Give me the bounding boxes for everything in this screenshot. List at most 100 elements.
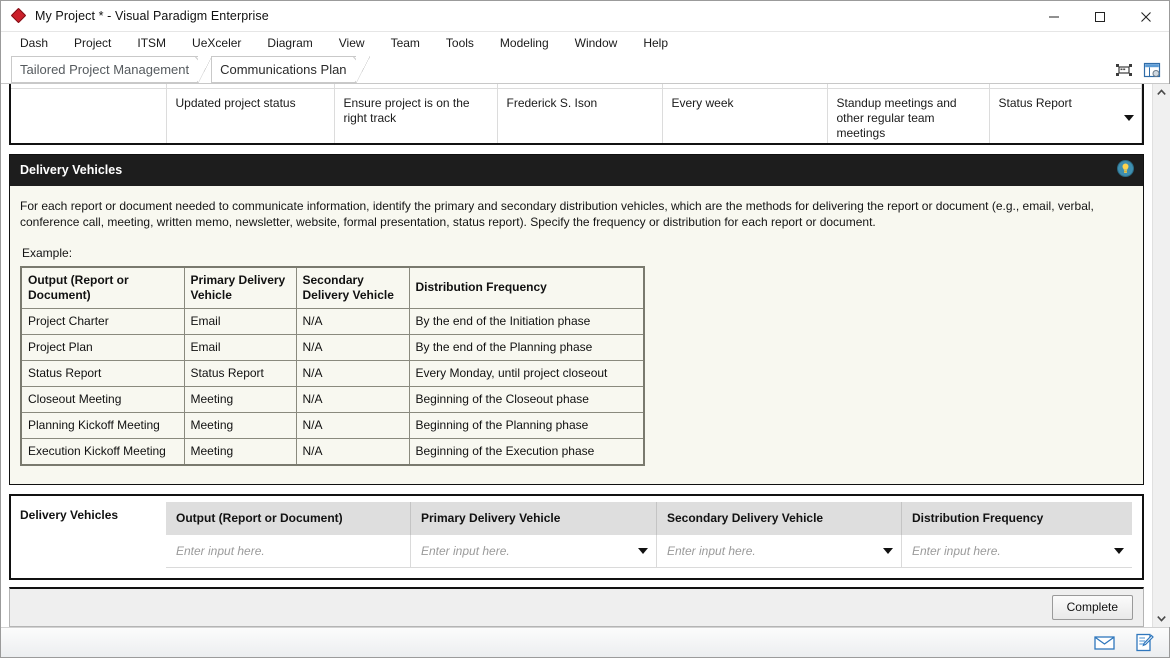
example-label: Example: [22,245,73,260]
close-icon[interactable] [1123,1,1169,32]
cell-frequency: Beginning of the Planning phase [408,411,645,439]
cell-secondary: N/A [295,437,410,466]
cell-primary: Meeting [183,437,297,466]
menu-item-tools[interactable]: Tools [433,33,487,54]
cell-primary: Meeting [183,411,297,439]
example-header-frequency: Distribution Frequency [408,266,645,309]
cell-frequency: By the end of the Planning phase [408,333,645,361]
example-header-primary: Primary Delivery Vehicle [183,266,297,309]
open-in-window-icon[interactable] [1141,59,1163,81]
primary-delivery-vehicle-input[interactable]: Enter input here. [411,534,657,568]
breadcrumb-label: Tailored Project Management [20,62,190,77]
cell-purpose: Ensure project is on the right track [333,87,498,143]
breadcrumb-label: Communications Plan [220,62,347,77]
breadcrumb-item-tailored-project-management[interactable]: Tailored Project Management [11,56,213,83]
menu-item-project[interactable]: Project [61,33,124,54]
form-header-secondary: Secondary Delivery Vehicle [657,501,902,535]
table-row: Project Charter Email N/A By the end of … [20,307,645,335]
communications-plan-table: Updated project status Ensure project is… [11,84,1142,143]
secondary-input-placeholder: Enter input here. [667,543,756,558]
menu-item-uexceler[interactable]: UeXceler [179,33,254,54]
cell-frequency: Every week [661,87,828,143]
complete-button[interactable]: Complete [1051,594,1133,620]
distribution-frequency-input[interactable]: Enter input here. [902,534,1132,568]
menu-item-diagram[interactable]: Diagram [254,33,325,54]
menu-item-modeling[interactable]: Modeling [487,33,562,54]
menu-item-help[interactable]: Help [630,33,681,54]
scrollbar-track[interactable] [1152,101,1170,610]
maximize-icon[interactable] [1077,1,1123,32]
cell-frequency: Every Monday, until project closeout [408,359,645,387]
secondary-delivery-vehicle-input[interactable]: Enter input here. [657,534,902,568]
fit-to-screen-icon[interactable] [1113,59,1135,81]
mail-envelope-icon[interactable] [1093,633,1115,653]
chevron-down-icon[interactable] [1124,115,1134,121]
form-header-frequency: Distribution Frequency [902,501,1132,535]
breadcrumb-item-communications-plan[interactable]: Communications Plan [211,56,371,83]
scroll-down-icon[interactable] [1152,610,1170,627]
cell-owner: Frederick S. Ison [496,87,663,143]
communications-plan-table-clipped: Updated project status Ensure project is… [9,84,1144,145]
cell-frequency: By the end of the Initiation phase [408,307,645,335]
example-header-output: Output (Report or Document) [20,266,185,309]
action-bar: Complete [9,586,1144,627]
cell-output: Planning Kickoff Meeting [20,411,185,439]
breadcrumb-items: Tailored Project Management Communicatio… [1,56,371,83]
example-table: Output (Report or Document) Primary Deli… [20,265,645,466]
output-input[interactable]: Enter input here. [166,534,411,568]
cell-empty [11,88,166,143]
minimize-icon[interactable] [1031,1,1077,32]
cell-secondary: N/A [295,333,410,361]
cell-secondary: N/A [295,359,410,387]
cell-status-report-dropdown[interactable]: Status Report [988,87,1142,143]
form-header-row: Output (Report or Document) Primary Deli… [166,501,1132,535]
cell-output: Updated project status [165,87,335,143]
cell-frequency: Beginning of the Closeout phase [408,385,645,413]
delivery-vehicles-input-block: Delivery Vehicles Output (Report or Docu… [9,493,1144,580]
cell-output: Closeout Meeting [20,385,185,413]
title-bar: My Project * - Visual Paradigm Enterpris… [1,1,1169,32]
edit-document-icon[interactable] [1133,633,1155,653]
form-header-primary: Primary Delivery Vehicle [411,501,657,535]
chevron-down-icon[interactable] [883,547,893,554]
scroll-up-icon[interactable] [1152,84,1170,101]
form-input-row: Enter input here. Enter input here. Ente… [166,534,1132,568]
delivery-vehicles-section: Delivery Vehicles For each report or doc… [9,153,1144,485]
menu-item-view[interactable]: View [326,33,378,54]
breadcrumb: Tailored Project Management Communicatio… [1,56,1169,84]
chevron-down-icon[interactable] [638,547,648,554]
menu-item-itsm[interactable]: ITSM [124,33,179,54]
output-input-placeholder: Enter input here. [176,543,265,558]
cell-secondary: N/A [295,385,410,413]
lightbulb-hint-icon[interactable] [1117,160,1134,180]
window-controls [1031,1,1169,32]
menu-item-dash[interactable]: Dash [7,33,61,54]
menu-item-window[interactable]: Window [562,33,631,54]
cell-value: Status Report [998,95,1072,110]
section-header: Delivery Vehicles [10,154,1143,186]
section-description: For each report or document needed to co… [20,198,1094,229]
window-title: My Project * - Visual Paradigm Enterpris… [35,9,269,23]
scroll-content: Updated project status Ensure project is… [1,84,1152,627]
cell-output: Status Report [20,359,185,387]
table-row[interactable]: Updated project status Ensure project is… [11,87,1142,143]
form-grid: Output (Report or Document) Primary Deli… [166,496,1142,578]
menu-item-team[interactable]: Team [378,33,433,54]
cell-secondary: N/A [295,307,410,335]
cell-output: Project Plan [20,333,185,361]
cell-primary: Email [183,333,297,361]
visual-paradigm-diamond-icon [10,7,27,24]
table-row: Planning Kickoff Meeting Meeting N/A Beg… [20,411,645,439]
cell-primary: Status Report [183,359,297,387]
cell-vehicle: Standup meetings and other regular team … [826,87,990,143]
vertical-scrollbar[interactable] [1152,84,1170,627]
chevron-down-icon[interactable] [1114,547,1124,554]
cell-output: Execution Kickoff Meeting [20,437,185,466]
table-row: Execution Kickoff Meeting Meeting N/A Be… [20,437,645,466]
cell-secondary: N/A [295,411,410,439]
menu-bar: Dash Project ITSM UeXceler Diagram View … [1,32,1169,56]
table-row: Status Report Status Report N/A Every Mo… [20,359,645,387]
section-body: For each report or document needed to co… [10,185,1143,484]
form-header-output: Output (Report or Document) [166,501,411,535]
cell-primary: Email [183,307,297,335]
